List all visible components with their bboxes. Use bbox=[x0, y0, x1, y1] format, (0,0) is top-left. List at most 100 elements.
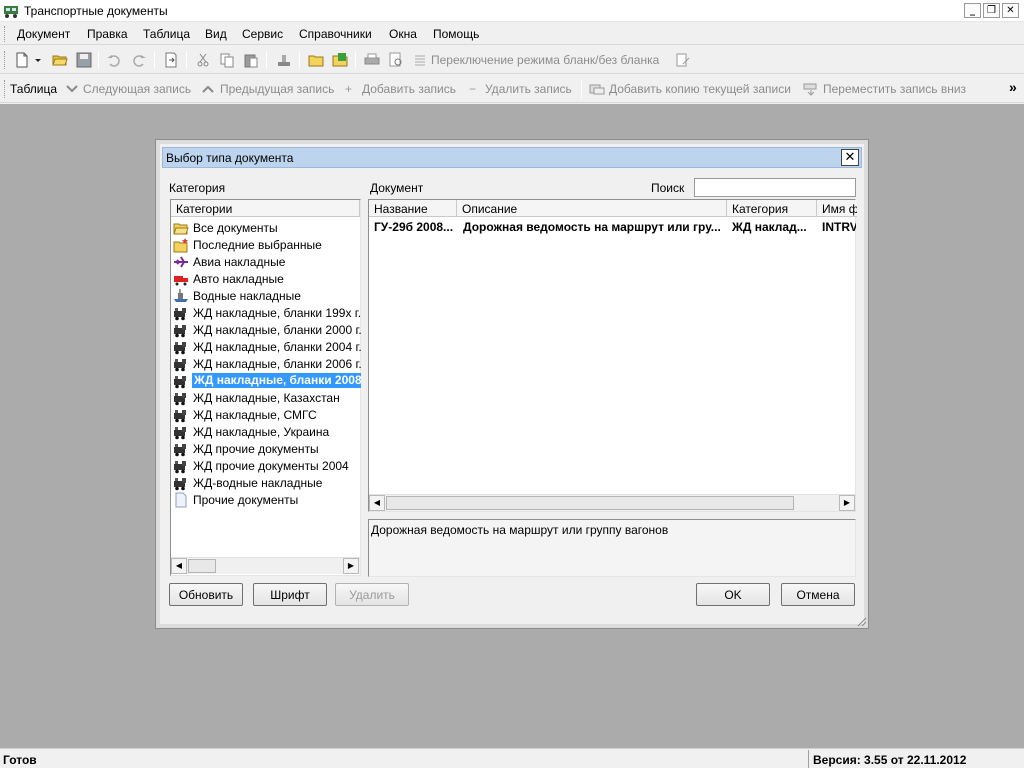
scroll-thumb[interactable] bbox=[188, 559, 216, 573]
print-preview-icon[interactable] bbox=[388, 52, 404, 68]
category-item-label: ЖД накладные, Украина bbox=[193, 425, 330, 439]
copy-record-button[interactable]: Добавить копию текущей записи bbox=[609, 82, 791, 96]
menu-view[interactable]: Вид bbox=[205, 27, 227, 41]
category-item-label: ЖД прочие документы 2004 bbox=[193, 459, 349, 473]
scroll-thumb[interactable] bbox=[386, 496, 794, 510]
move-record-down-button[interactable]: Переместить запись вниз bbox=[823, 82, 966, 96]
category-item-label: Авиа накладные bbox=[193, 255, 286, 269]
train-icon bbox=[174, 376, 186, 389]
paste-icon[interactable] bbox=[243, 52, 259, 68]
category-item[interactable]: ЖД накладные, СМГС bbox=[173, 406, 361, 423]
category-item[interactable]: ЖД прочие документы 2004 bbox=[173, 457, 361, 474]
category-item-label: ЖД накладные, бланки 2004 г. bbox=[193, 340, 361, 354]
category-tree[interactable]: Категории Все документы Последние выбранн… bbox=[170, 199, 361, 576]
ship-icon bbox=[174, 289, 188, 302]
categories-header[interactable]: Категории bbox=[171, 200, 360, 217]
category-item[interactable]: ЖД накладные, бланки 2008 bbox=[173, 372, 361, 389]
select-document-type-dialog: Выбор типа документа ✕ Категория Докумен… bbox=[155, 139, 869, 629]
category-item[interactable]: Водные накладные bbox=[173, 287, 361, 304]
train-icon bbox=[174, 393, 186, 406]
train-icon bbox=[174, 427, 186, 440]
prev-record-button[interactable]: Предыдущая запись bbox=[220, 82, 334, 96]
column-header-description[interactable]: Описание bbox=[457, 200, 727, 217]
cut-icon[interactable] bbox=[195, 52, 211, 68]
next-record-button[interactable]: Следующая запись bbox=[83, 82, 191, 96]
category-item[interactable]: ЖД накладные, Казахстан bbox=[173, 389, 361, 406]
cancel-button[interactable]: Отмена bbox=[781, 583, 855, 606]
scroll-left-arrow[interactable]: ◀ bbox=[171, 558, 187, 574]
menu-table[interactable]: Таблица bbox=[143, 27, 190, 41]
close-window-button[interactable]: ✕ bbox=[1002, 3, 1019, 18]
window-title: Транспортные документы bbox=[24, 4, 168, 18]
stamp-icon[interactable] bbox=[276, 52, 292, 68]
green-folder-arrow-icon[interactable] bbox=[332, 52, 348, 68]
train-icon bbox=[174, 325, 186, 338]
menu-service[interactable]: Сервис bbox=[242, 27, 283, 41]
category-item-label: ЖД-водные накладные bbox=[193, 476, 323, 490]
menu-help[interactable]: Помощь bbox=[433, 27, 479, 41]
menu-references[interactable]: Справочники bbox=[299, 27, 372, 41]
ok-button[interactable]: OK bbox=[696, 583, 770, 606]
refresh-button[interactable]: Обновить bbox=[169, 583, 243, 606]
toolbar-separator bbox=[98, 51, 99, 69]
toolbar-separator bbox=[154, 51, 155, 69]
mode-switch-button[interactable]: Переключение режима бланк/без бланка bbox=[431, 53, 659, 67]
category-item[interactable]: ЖД-водные накладные bbox=[173, 474, 361, 491]
category-item[interactable]: Все документы bbox=[173, 219, 361, 236]
copy-icon[interactable] bbox=[219, 52, 235, 68]
category-item[interactable]: ЖД накладные, бланки 199x г. bbox=[173, 304, 361, 321]
category-item[interactable]: ЖД прочие документы bbox=[173, 440, 361, 457]
menu-bar: Документ Правка Таблица Вид Сервис Справ… bbox=[0, 23, 1024, 45]
category-item[interactable]: Прочие документы bbox=[173, 491, 361, 508]
category-item[interactable]: ЖД накладные, бланки 2000 г. bbox=[173, 321, 361, 338]
dialog-title-bar[interactable]: Выбор типа документа ✕ bbox=[162, 147, 862, 168]
scroll-right-arrow[interactable]: ▶ bbox=[839, 495, 855, 511]
train-icon bbox=[174, 444, 186, 457]
menu-edit[interactable]: Правка bbox=[87, 27, 128, 41]
new-document-icon[interactable] bbox=[14, 52, 30, 68]
column-header-filename[interactable]: Имя фа bbox=[817, 200, 857, 217]
category-item[interactable]: Авиа накладные bbox=[173, 253, 361, 270]
restore-button[interactable]: ❐ bbox=[983, 3, 1000, 18]
font-button[interactable]: Шрифт bbox=[253, 583, 327, 606]
category-item[interactable]: ЖД накладные, Украина bbox=[173, 423, 361, 440]
category-item-label: ЖД накладные, бланки 2008 bbox=[192, 373, 361, 388]
category-item-label: Водные накладные bbox=[193, 289, 301, 303]
delete-button[interactable]: Удалить bbox=[335, 583, 409, 606]
resize-grip-icon[interactable] bbox=[855, 615, 867, 627]
scroll-right-arrow[interactable]: ▶ bbox=[343, 558, 359, 574]
minimize-button[interactable]: _ bbox=[964, 3, 981, 18]
category-item[interactable]: ЖД накладные, бланки 2006 г. bbox=[173, 355, 361, 372]
add-record-button[interactable]: Добавить запись bbox=[362, 82, 456, 96]
category-horizontal-scrollbar[interactable]: ◀ ▶ bbox=[171, 557, 360, 574]
form-lines-icon[interactable] bbox=[412, 52, 428, 68]
undo-icon[interactable] bbox=[106, 52, 122, 68]
menu-document[interactable]: Документ bbox=[17, 27, 70, 41]
toolbar-overflow-button[interactable]: » bbox=[1009, 79, 1017, 95]
menubar-grip bbox=[4, 26, 7, 42]
search-input[interactable] bbox=[694, 178, 856, 197]
export-document-icon[interactable] bbox=[163, 52, 179, 68]
delete-record-button[interactable]: Удалить запись bbox=[485, 82, 572, 96]
folder-star-icon bbox=[173, 238, 188, 253]
toolbar-grip bbox=[4, 51, 7, 69]
column-header-category[interactable]: Категория bbox=[727, 200, 817, 217]
form-switch-icon[interactable] bbox=[675, 52, 691, 68]
dialog-close-button[interactable]: ✕ bbox=[841, 149, 859, 166]
documents-horizontal-scrollbar[interactable]: ◀ ▶ bbox=[369, 494, 855, 511]
category-item[interactable]: ЖД накладные, бланки 2004 г. bbox=[173, 338, 361, 355]
open-folder-icon[interactable] bbox=[52, 52, 68, 68]
category-item-label: ЖД прочие документы bbox=[193, 442, 319, 456]
category-item[interactable]: Авто накладные bbox=[173, 270, 361, 287]
category-item[interactable]: Последние выбранные bbox=[173, 236, 361, 253]
scroll-left-arrow[interactable]: ◀ bbox=[369, 495, 385, 511]
print-icon[interactable] bbox=[364, 52, 380, 68]
minus-icon: − bbox=[469, 82, 477, 96]
documents-list[interactable]: Название Описание Категория Имя фа ГУ-29… bbox=[368, 199, 857, 512]
column-header-name[interactable]: Название bbox=[369, 200, 457, 217]
redo-icon[interactable] bbox=[131, 52, 147, 68]
menu-windows[interactable]: Окна bbox=[389, 27, 417, 41]
dropdown-arrow-icon[interactable] bbox=[33, 52, 43, 68]
save-icon[interactable] bbox=[76, 52, 92, 68]
folder-icon[interactable] bbox=[308, 52, 324, 68]
